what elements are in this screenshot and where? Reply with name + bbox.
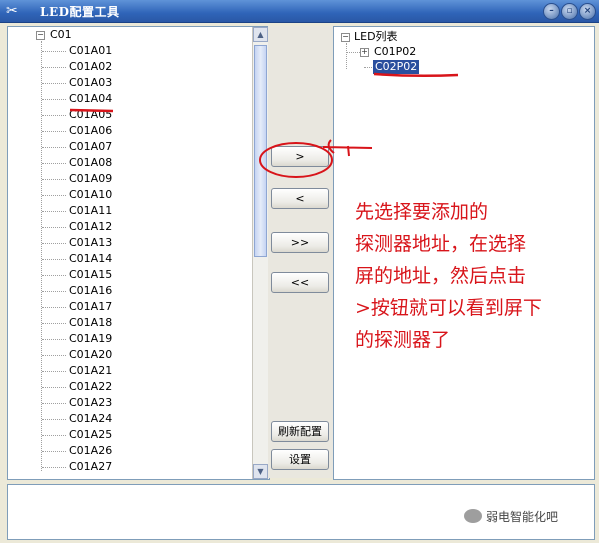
underline-mark	[373, 72, 459, 78]
watermark: 弱电智能化吧	[464, 508, 558, 525]
underline-mark	[69, 108, 114, 113]
watermark-text: 弱电智能化吧	[486, 510, 559, 524]
wechat-icon	[464, 509, 482, 523]
red-annotation-marks	[69, 72, 459, 178]
circle-mark	[259, 142, 333, 178]
